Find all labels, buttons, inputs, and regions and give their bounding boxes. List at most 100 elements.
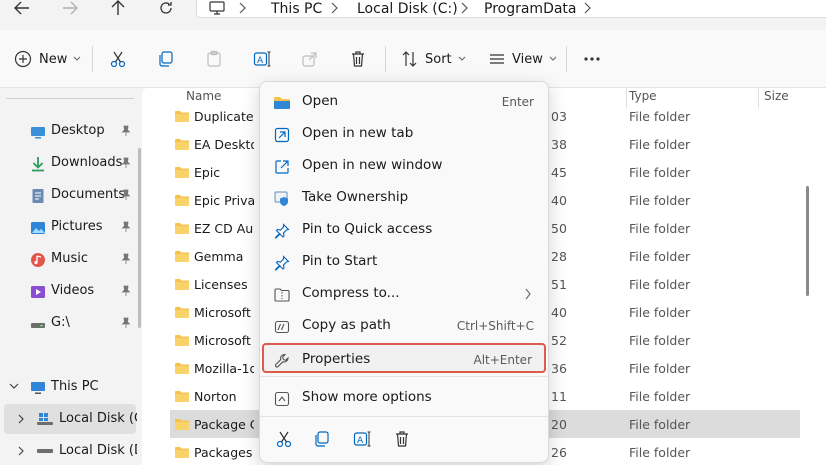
desktop-icon (31, 127, 45, 139)
menu-item-label: Open in new window (302, 157, 443, 173)
file-list-scrollbar[interactable] (806, 186, 809, 296)
share-icon (299, 48, 321, 70)
forward-button[interactable] (56, 0, 84, 16)
pin-icon (121, 317, 131, 328)
nav-item-g-drive[interactable]: G:\ (0, 308, 142, 338)
sort-icon (399, 48, 421, 70)
folder-icon (175, 279, 189, 290)
monitor-icon (209, 1, 225, 15)
menu-delete-button[interactable] (390, 427, 414, 451)
copy-icon (315, 431, 329, 447)
menu-rename-button[interactable]: A (350, 427, 374, 451)
chevron-down-icon (458, 56, 466, 61)
zip-icon (273, 286, 291, 304)
menu-item-properties[interactable]: Properties Alt+Enter (262, 343, 546, 373)
file-date: 52 (551, 333, 567, 348)
copy-button[interactable] (155, 44, 177, 74)
nav-item-documents[interactable]: Documents (0, 180, 142, 210)
chevron-right-icon (584, 2, 591, 14)
file-type: File folder (629, 361, 691, 376)
chevron-right-icon (331, 2, 338, 14)
nav-item-local-disk-d[interactable]: Local Disk (D:) (0, 436, 142, 465)
shield-icon (273, 190, 291, 208)
breadcrumb-local-disk[interactable]: Local Disk (C:) (357, 1, 458, 17)
toolbar-divider (385, 46, 386, 72)
delete-button[interactable] (347, 44, 369, 74)
new-button[interactable]: New (12, 44, 81, 74)
up-button[interactable] (104, 0, 132, 16)
nav-label: Documents (51, 187, 126, 202)
menu-item-compress-to[interactable]: Compress to... (264, 279, 546, 309)
menu-item-open[interactable]: Open Enter (264, 87, 546, 117)
folder-icon (175, 139, 189, 150)
pin-icon (273, 254, 291, 272)
pin-icon (121, 189, 131, 200)
file-name: Epic (194, 165, 221, 180)
nav-item-desktop[interactable]: Desktop (0, 116, 142, 146)
menu-item-label: Take Ownership (302, 189, 409, 205)
menu-item-show-more-options[interactable]: Show more options (264, 383, 546, 413)
file-name: EZ CD Audio Converter (194, 221, 254, 236)
chevron-right-icon (239, 2, 246, 14)
folder-icon (175, 167, 189, 178)
refresh-button[interactable] (152, 0, 180, 16)
nav-item-local-disk-c[interactable]: Local Disk (C:) (4, 404, 137, 434)
menu-divider (260, 416, 548, 417)
menu-copy-button[interactable] (310, 427, 334, 451)
see-more-button[interactable] (581, 44, 603, 74)
share-button[interactable] (299, 44, 321, 74)
folder-icon (175, 307, 189, 318)
menu-item-pin-to-quick-access[interactable]: Pin to Quick access (264, 215, 546, 245)
view-button[interactable]: View (486, 44, 557, 74)
pin-icon (273, 222, 291, 240)
nav-label: Local Disk (C:) (59, 411, 137, 426)
folder-open-icon (273, 94, 291, 112)
documents-icon (32, 189, 44, 203)
nav-item-videos[interactable]: Videos (0, 276, 142, 306)
menu-item-copy-as-path[interactable]: Copy as path Ctrl+Shift+C (264, 311, 546, 341)
sort-button[interactable]: Sort (399, 44, 466, 74)
pin-icon (121, 125, 131, 136)
nav-item-music[interactable]: Music (0, 244, 142, 274)
rename-button[interactable]: A (251, 44, 273, 74)
back-button[interactable] (8, 0, 36, 16)
file-date: 20 (551, 417, 567, 432)
address-bar-row: This PC Local Disk (C:) ProgramData (0, 0, 826, 30)
menu-item-shortcut: Ctrl+Shift+C (456, 319, 534, 333)
menu-item-pin-to-start[interactable]: Pin to Start (264, 247, 546, 277)
file-explorer-window: This PC Local Disk (C:) ProgramData New (0, 0, 826, 465)
folder-icon (175, 391, 189, 402)
nav-item-pictures[interactable]: Pictures (0, 212, 142, 242)
chevron-right-icon (525, 288, 531, 300)
menu-item-shortcut: Enter (501, 95, 534, 109)
menu-item-label: Compress to... (302, 285, 400, 301)
cut-button[interactable] (107, 44, 129, 74)
menu-item-open-in-new-window[interactable]: Open in new window (264, 151, 546, 181)
file-date: 40 (551, 305, 567, 320)
breadcrumb-programdata[interactable]: ProgramData (484, 1, 577, 17)
file-name: Mozilla-1de4eec8 (194, 361, 254, 376)
folder-icon (175, 419, 189, 430)
nav-item-downloads[interactable]: Downloads (0, 148, 142, 178)
menu-item-open-in-new-tab[interactable]: Open in new tab (264, 119, 546, 149)
menu-cut-button[interactable] (272, 427, 296, 451)
paste-button[interactable] (203, 44, 225, 74)
address-box[interactable]: This PC Local Disk (C:) ProgramData (196, 0, 826, 18)
chevron-right-icon (461, 2, 468, 14)
file-name: Norton (194, 389, 237, 404)
more-options-icon (273, 390, 291, 408)
file-type: File folder (629, 389, 691, 404)
music-icon (31, 253, 45, 267)
file-date: 28 (551, 249, 567, 264)
file-name: Package Cache (194, 417, 254, 432)
nav-label: This PC (51, 379, 99, 394)
nav-item-this-pc[interactable]: This PC (0, 372, 142, 402)
menu-item-take-ownership[interactable]: Take Ownership (264, 183, 546, 213)
refresh-icon (160, 2, 172, 14)
nav-label: Desktop (51, 123, 105, 138)
nav-label: Local Disk (D:) (59, 443, 137, 458)
file-type: File folder (629, 221, 691, 236)
file-date: 45 (551, 165, 567, 180)
nav-scrollbar[interactable] (138, 148, 141, 328)
breadcrumb-this-pc[interactable]: This PC (271, 1, 322, 17)
